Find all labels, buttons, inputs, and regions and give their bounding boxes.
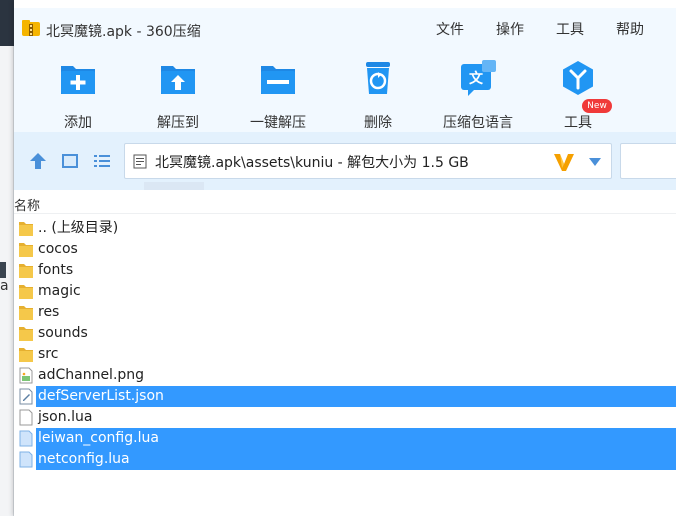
file-name: defServerList.json xyxy=(38,388,164,404)
path-field[interactable]: 北冥魔镜.apk\assets\kuniu - 解包大小为 1.5 GB xyxy=(124,143,612,179)
title-bar: 北冥魔镜.apk - 360压缩 文件 操作 工具 帮助 xyxy=(14,8,676,48)
folder-icon xyxy=(19,306,33,320)
extract-to-label: 解压到 xyxy=(157,115,199,131)
file-name: fonts xyxy=(38,262,74,278)
one-click-extract-icon xyxy=(261,66,295,94)
list-item[interactable]: cocos xyxy=(14,239,676,260)
background-window-header xyxy=(0,0,14,46)
menu-help[interactable]: 帮助 xyxy=(616,19,644,39)
thumbnail-view-icon[interactable] xyxy=(60,151,80,171)
address-bar: 北冥魔镜.apk\assets\kuniu - 解包大小为 1.5 GB xyxy=(14,132,676,190)
folder-icon xyxy=(19,348,33,362)
tools-icon xyxy=(563,61,593,95)
file-name: leiwan_config.lua xyxy=(38,430,159,446)
list-item[interactable]: fonts xyxy=(14,260,676,281)
list-item[interactable]: json.lua xyxy=(14,407,676,428)
list-item[interactable]: src xyxy=(14,344,676,365)
delete-label: 删除 xyxy=(364,115,392,131)
image-file-icon xyxy=(19,367,33,384)
background-window-text: a xyxy=(0,278,9,294)
list-item[interactable]: adChannel.png xyxy=(14,365,676,386)
background-window-icon xyxy=(0,262,6,278)
extract-to-button[interactable]: 解压到 xyxy=(133,58,223,131)
blank-file-icon xyxy=(19,409,33,426)
menu-operate[interactable]: 操作 xyxy=(496,19,524,39)
file-name: netconfig.lua xyxy=(38,451,130,467)
list-item[interactable]: magic xyxy=(14,281,676,302)
new-badge: New xyxy=(582,99,612,113)
folder-icon xyxy=(19,327,33,341)
file-list: .. (上级目录) cocos fonts magic res sounds s… xyxy=(14,218,676,470)
folder-icon xyxy=(19,222,33,236)
list-item[interactable]: res xyxy=(14,302,676,323)
one-click-extract-button[interactable]: 一键解压 xyxy=(233,58,323,131)
file-name: cocos xyxy=(38,241,78,257)
toolbar: 添加 解压到 一键解压 删除 文 压缩包语言 工具 New xyxy=(14,48,676,132)
file-name: magic xyxy=(38,283,81,299)
file-name: adChannel.png xyxy=(38,367,145,383)
list-item-selected[interactable]: defServerList.json xyxy=(14,386,676,407)
archive-language-icon: 文 xyxy=(461,60,496,96)
tools-button[interactable]: 工具 xyxy=(533,58,623,131)
window-title: 北冥魔镜.apk - 360压缩 xyxy=(46,24,201,40)
tools-label: 工具 xyxy=(564,115,592,131)
column-name-header[interactable]: 名称 xyxy=(14,195,40,214)
archive-file-icon xyxy=(133,154,147,169)
brand-v-icon xyxy=(554,154,574,171)
archive-language-label: 压缩包语言 xyxy=(443,115,513,131)
selection-highlight xyxy=(36,449,676,470)
list-view-icon[interactable] xyxy=(92,151,112,171)
file-name: json.lua xyxy=(38,409,93,425)
file-name: sounds xyxy=(38,325,88,341)
menu-tools[interactable]: 工具 xyxy=(556,19,584,39)
chevron-down-icon[interactable] xyxy=(587,157,603,167)
folder-icon xyxy=(19,264,33,278)
recycle-bin-icon xyxy=(366,62,390,94)
file-name: .. (上级目录) xyxy=(38,220,119,236)
add-icon xyxy=(61,66,95,94)
one-click-extract-label: 一键解压 xyxy=(250,115,306,131)
archive-window: 北冥魔镜.apk - 360压缩 文件 操作 工具 帮助 添加 解压到 一键解压… xyxy=(14,0,676,516)
blank-file-icon xyxy=(19,451,33,468)
folder-icon xyxy=(19,243,33,257)
background-window: a xyxy=(0,0,14,516)
path-text: 北冥魔镜.apk\assets\kuniu - 解包大小为 1.5 GB xyxy=(155,155,469,171)
add-label: 添加 xyxy=(64,115,92,131)
blank-file-icon xyxy=(19,430,33,447)
delete-button[interactable]: 删除 xyxy=(333,58,423,131)
folder-icon xyxy=(19,285,33,299)
search-input[interactable] xyxy=(620,143,676,179)
add-button[interactable]: 添加 xyxy=(33,58,123,131)
archive-app-icon xyxy=(22,20,40,36)
file-name: res xyxy=(38,304,60,320)
svg-text:文: 文 xyxy=(469,70,484,87)
list-item[interactable]: .. (上级目录) xyxy=(14,218,676,239)
menu-file[interactable]: 文件 xyxy=(436,19,464,39)
list-item-selected[interactable]: netconfig.lua xyxy=(14,449,676,470)
toolbar-scroll-indicator xyxy=(144,182,204,190)
up-arrow-icon[interactable] xyxy=(28,151,48,171)
json-file-icon xyxy=(19,388,33,405)
extract-to-icon xyxy=(161,66,195,94)
archive-language-button[interactable]: 文 压缩包语言 xyxy=(433,58,523,131)
column-header: 名称 xyxy=(14,190,676,214)
file-name: src xyxy=(38,346,59,362)
list-item-selected[interactable]: leiwan_config.lua xyxy=(14,428,676,449)
list-item[interactable]: sounds xyxy=(14,323,676,344)
